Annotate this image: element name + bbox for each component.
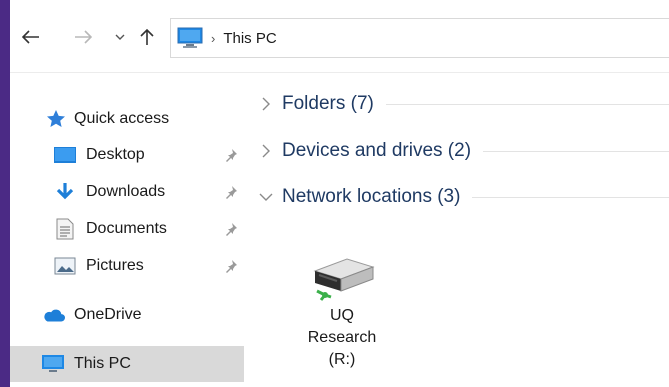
recent-locations-button[interactable] bbox=[109, 26, 131, 48]
group-divider bbox=[483, 150, 669, 152]
group-divider bbox=[385, 103, 669, 105]
chevron-right-icon bbox=[262, 97, 270, 111]
sidebar-item-label: Pictures bbox=[86, 257, 144, 274]
sidebar-item-quick-access[interactable]: Quick access bbox=[10, 101, 244, 137]
sidebar-item-downloads[interactable]: Downloads bbox=[10, 174, 244, 210]
back-arrow-icon bbox=[22, 30, 39, 44]
network-drive-tile[interactable]: UQ Research (R:) bbox=[298, 253, 386, 371]
group-header-folders[interactable]: Folders (7) bbox=[258, 89, 669, 119]
pin-icon[interactable] bbox=[224, 259, 238, 273]
breadcrumb-separator-icon: › bbox=[211, 30, 216, 46]
forward-arrow-icon bbox=[75, 30, 92, 44]
computer-icon bbox=[177, 27, 203, 48]
pin-icon[interactable] bbox=[224, 148, 238, 162]
cloud-icon bbox=[41, 304, 65, 326]
download-arrow-icon bbox=[53, 181, 77, 203]
pictures-icon bbox=[53, 255, 77, 277]
forward-button[interactable] bbox=[72, 26, 94, 48]
chevron-down-icon bbox=[115, 34, 125, 40]
group-header-devices-and-drives[interactable]: Devices and drives (2) bbox=[258, 136, 669, 166]
group-label: Folders (7) bbox=[282, 93, 374, 114]
up-arrow-icon bbox=[140, 28, 154, 45]
back-button[interactable] bbox=[20, 26, 42, 48]
pin-icon[interactable] bbox=[224, 222, 238, 236]
sidebar-item-label: OneDrive bbox=[74, 306, 142, 323]
file-explorer-window: › This PC Quick access Desktop Downloads bbox=[10, 0, 669, 387]
sidebar-item-documents[interactable]: Documents bbox=[10, 211, 244, 247]
address-bar[interactable]: › This PC bbox=[170, 18, 669, 58]
star-icon bbox=[44, 108, 68, 130]
pin-icon[interactable] bbox=[224, 185, 238, 199]
breadcrumb-this-pc[interactable]: This PC bbox=[223, 30, 276, 47]
content-pane: Folders (7) Devices and drives (2) Netwo… bbox=[246, 73, 669, 387]
navigation-pane: Quick access Desktop Downloads Documents bbox=[10, 73, 246, 387]
sidebar-item-label: This PC bbox=[74, 355, 131, 372]
sidebar-item-label: Quick access bbox=[74, 110, 170, 127]
chevron-right-icon bbox=[262, 144, 270, 158]
sidebar-item-label: Documents bbox=[86, 220, 167, 237]
desktop-folder-icon bbox=[53, 144, 77, 166]
document-icon bbox=[53, 218, 77, 240]
network-drive-icon bbox=[313, 258, 375, 301]
sidebar-item-onedrive[interactable]: OneDrive bbox=[10, 297, 244, 333]
sidebar-item-desktop[interactable]: Desktop bbox=[10, 137, 244, 173]
sidebar-item-label: Downloads bbox=[86, 183, 166, 200]
group-header-network-locations[interactable]: Network locations (3) bbox=[258, 182, 669, 212]
chevron-down-icon bbox=[259, 193, 273, 201]
network-drive-label: UQ Research (R:) bbox=[307, 307, 377, 368]
group-label: Network locations (3) bbox=[282, 186, 461, 207]
up-button[interactable] bbox=[136, 26, 158, 48]
group-label: Devices and drives (2) bbox=[282, 140, 472, 161]
sidebar-item-label: Desktop bbox=[86, 146, 145, 163]
computer-icon bbox=[41, 353, 65, 375]
navigation-bar: › This PC bbox=[10, 8, 669, 68]
sidebar-item-this-pc[interactable]: This PC bbox=[10, 346, 244, 382]
sidebar-item-pictures[interactable]: Pictures bbox=[10, 248, 244, 284]
group-divider bbox=[472, 196, 669, 198]
